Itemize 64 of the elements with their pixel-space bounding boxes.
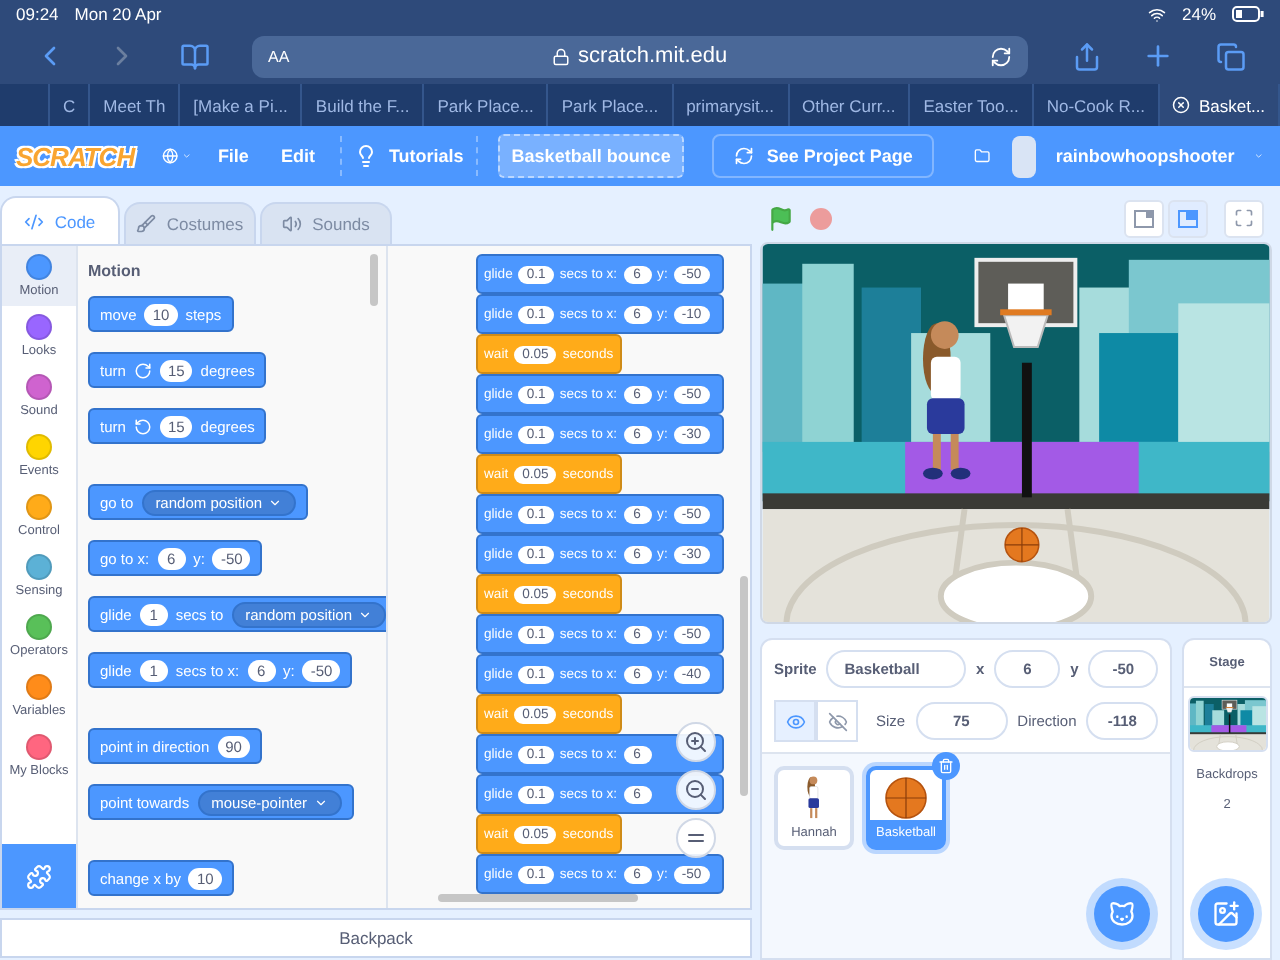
- caret-icon: [182, 148, 192, 164]
- eye-icon: [785, 711, 805, 731]
- small-stage-button[interactable]: [1124, 199, 1164, 237]
- text-size-button[interactable]: AA: [268, 47, 290, 65]
- caret-icon: [313, 795, 328, 809]
- backpack-bar[interactable]: Backpack: [0, 918, 752, 958]
- zoom-in-icon: [684, 730, 708, 754]
- url-text: scratch.mit.edu: [578, 44, 728, 68]
- rotate-clockwise-icon: [133, 361, 152, 379]
- code-icon: [24, 211, 45, 231]
- remix-icon: [734, 146, 755, 166]
- stop-icon[interactable]: [810, 207, 832, 229]
- lightbulb-icon: [354, 144, 379, 168]
- address-bar[interactable]: AA scratch.mit.edu: [252, 35, 1028, 77]
- hide-button[interactable]: [816, 700, 858, 742]
- speaker-icon: [282, 214, 303, 234]
- basketball-drawing: [1004, 527, 1040, 563]
- scrollbar[interactable]: [740, 576, 748, 796]
- scrollbar[interactable]: [370, 254, 378, 306]
- user-avatar: [1011, 135, 1036, 177]
- show-button[interactable]: [774, 700, 816, 742]
- normal-stage-button[interactable]: [1168, 199, 1208, 237]
- reset-zoom-button[interactable]: [676, 818, 716, 858]
- add-extension-button[interactable]: [2, 844, 76, 908]
- fullscreen-icon: [1234, 208, 1254, 228]
- bookmarks-icon[interactable]: [179, 41, 209, 71]
- tabs-icon[interactable]: [1215, 41, 1245, 71]
- layout-icon: [1178, 209, 1198, 227]
- stage-thumbnail[interactable]: [1187, 696, 1267, 752]
- new-tab-icon[interactable]: [1142, 40, 1174, 72]
- flag-icon[interactable]: [768, 205, 794, 231]
- eye-off-icon: [827, 711, 847, 731]
- share-icon[interactable]: [1071, 41, 1101, 71]
- status-date: Mon 20 Apr: [74, 4, 162, 24]
- layout-icon: [1134, 209, 1154, 227]
- battery-icon: [1232, 6, 1264, 22]
- add-sprite-button[interactable]: [1094, 886, 1150, 942]
- palette-heading: Motion: [88, 262, 143, 280]
- add-backdrop-button[interactable]: [1198, 886, 1254, 942]
- status-time: 09:24: [16, 4, 59, 24]
- battery-percent: 24%: [1181, 4, 1216, 24]
- wifi-icon: [1147, 5, 1166, 23]
- cat-icon: [1108, 900, 1136, 928]
- caret-icon: [358, 607, 372, 621]
- browser-tab[interactable]: Other Curr...: [789, 84, 911, 126]
- add-image-icon: [1212, 900, 1240, 928]
- reload-icon[interactable]: [990, 45, 1012, 67]
- fullscreen-button[interactable]: [1224, 199, 1264, 237]
- caret-icon: [268, 495, 283, 509]
- lock-icon: [552, 47, 571, 65]
- close-icon[interactable]: [1172, 96, 1191, 114]
- delete-button[interactable]: [932, 752, 960, 780]
- extension-icon: [26, 863, 52, 889]
- trash-icon: [938, 758, 954, 774]
- zoom-out-icon: [684, 778, 708, 802]
- court-backdrop-drawing: [1189, 698, 1265, 752]
- rotate-counterclockwise-icon: [133, 417, 152, 435]
- zoom-in-button[interactable]: [676, 722, 716, 762]
- scrollbar[interactable]: [438, 894, 638, 902]
- browser-tab[interactable]: primarysit...: [673, 84, 789, 126]
- basketball-drawing: [884, 776, 928, 820]
- browser-tab[interactable]: Basket...: [1159, 84, 1280, 126]
- caret-icon: [1254, 148, 1264, 164]
- brush-icon: [136, 214, 157, 234]
